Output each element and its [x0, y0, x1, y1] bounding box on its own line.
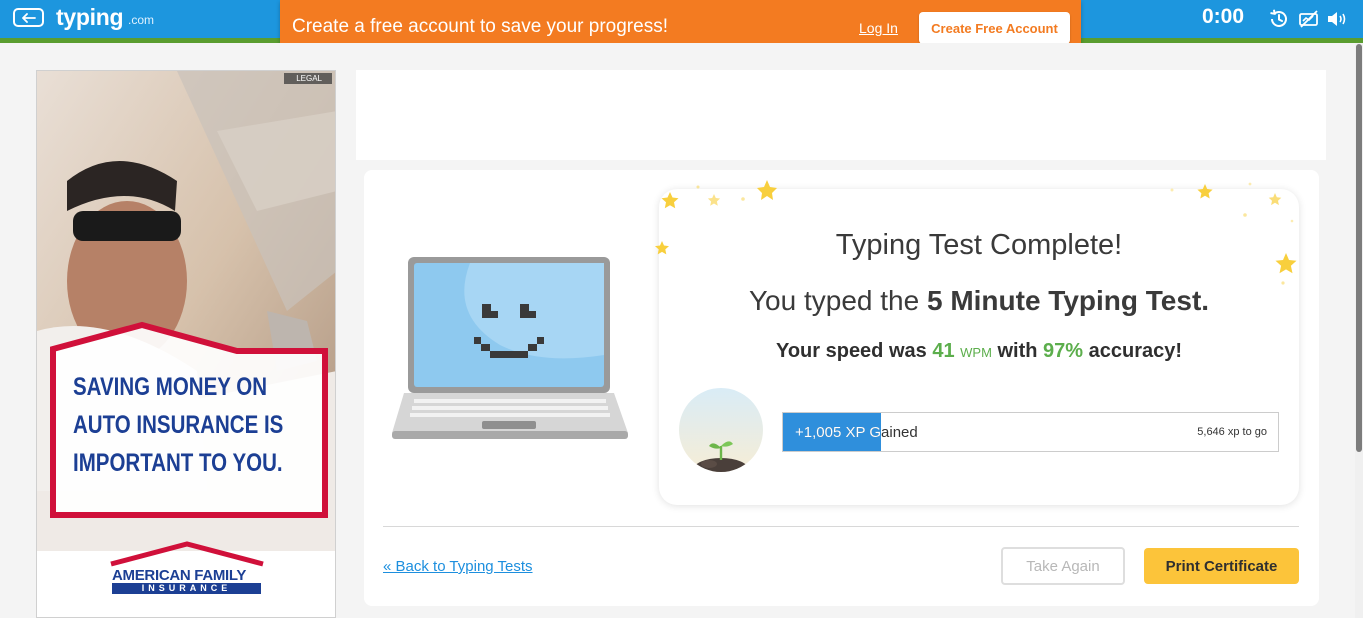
- accuracy-value: 97%: [1043, 340, 1084, 362]
- smiling-laptop-icon: [392, 257, 628, 439]
- results-speed-line: Your speed was 41 WPM with 97% accuracy!: [659, 340, 1299, 363]
- speed-suffix: accuracy!: [1083, 340, 1183, 362]
- ad-legal-label[interactable]: LEGAL: [284, 73, 332, 84]
- results-subtitle: You typed the 5 Minute Typing Test.: [659, 285, 1299, 317]
- top-ad-slot: [356, 70, 1326, 160]
- speed-value: 41: [932, 340, 955, 362]
- footer-divider: [383, 526, 1299, 527]
- ad-headline-line: AUTO INSURANCE IS: [73, 411, 284, 439]
- site-logo[interactable]: typing: [56, 4, 124, 31]
- back-to-tests-link[interactable]: « Back to Typing Tests: [383, 558, 533, 575]
- create-account-button[interactable]: Create Free Account: [919, 12, 1070, 44]
- ad-headline-line: IMPORTANT TO YOU.: [73, 449, 283, 477]
- history-icon[interactable]: [1268, 8, 1290, 30]
- xp-progress-bar: +1,005 XP Gained +1,005 XP Gained 5,646 …: [782, 412, 1279, 452]
- speed-middle: with: [991, 340, 1044, 362]
- test-timer: 0:00: [1202, 5, 1245, 28]
- volume-icon[interactable]: [1326, 8, 1348, 30]
- ad-brand-roof-icon: [110, 541, 264, 567]
- speed-unit: WPM: [960, 345, 992, 360]
- ad-brand-name: AMERICAN FAMILY: [112, 567, 247, 584]
- site-logo-suffix: .com: [128, 13, 155, 27]
- sprout-avatar-icon: [679, 388, 763, 472]
- sidebar-advertisement[interactable]: LEGAL SAVING MONEY ON AUTO INSURANCE IS …: [36, 70, 336, 618]
- login-link[interactable]: Log In: [859, 20, 898, 36]
- back-arrow-icon: [21, 12, 36, 23]
- xp-to-go-label: 5,646 xp to go: [1197, 426, 1267, 438]
- speed-prefix: Your speed was: [775, 340, 933, 362]
- xp-gained-label-highlight: +1,005 XP Gained: [795, 424, 881, 441]
- page-scrollbar-thumb[interactable]: [1356, 44, 1362, 452]
- signup-banner-message: Create a free account to save your progr…: [292, 16, 668, 37]
- xp-gained-label-overlay: +1,005 XP Gained: [783, 413, 881, 451]
- results-test-name: 5 Minute Typing Test.: [926, 285, 1210, 316]
- results-title: Typing Test Complete!: [835, 229, 1123, 261]
- ad-headline-line: SAVING MONEY ON: [73, 373, 268, 401]
- results-subtitle-prefix: You typed the: [748, 285, 927, 316]
- take-again-button[interactable]: Take Again: [1001, 547, 1125, 585]
- ad-headline: SAVING MONEY ON AUTO INSURANCE IS IMPORT…: [73, 368, 283, 482]
- print-certificate-button[interactable]: Print Certificate: [1144, 548, 1299, 584]
- visibility-off-icon[interactable]: [1298, 8, 1320, 30]
- ad-brand-subname: INSURANCE: [112, 583, 261, 594]
- back-button[interactable]: [13, 8, 44, 27]
